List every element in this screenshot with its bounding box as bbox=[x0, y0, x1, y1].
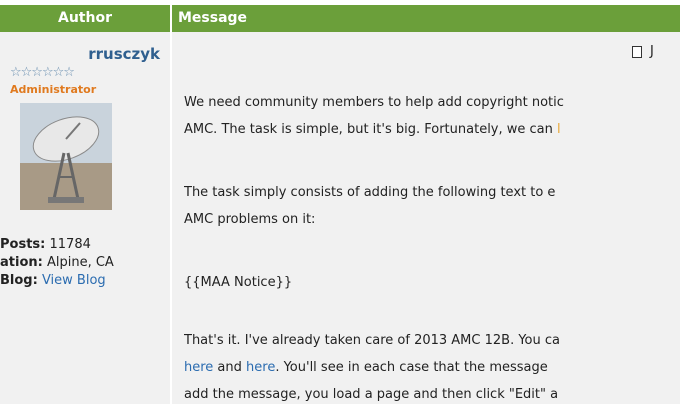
avatar[interactable] bbox=[20, 103, 112, 210]
maa-notice-text: {{MAA Notice}} bbox=[184, 275, 293, 290]
radio-telescope-icon bbox=[20, 103, 112, 210]
location-row: ation: Alpine, CA bbox=[0, 254, 114, 272]
message-line: here and here. You'll see in each case t… bbox=[184, 359, 680, 377]
post-date: J bbox=[650, 44, 654, 59]
column-divider bbox=[170, 5, 172, 404]
blog-label: Blog: bbox=[0, 273, 38, 288]
message-text: and bbox=[213, 360, 247, 375]
message-line: The task simply consists of adding the f… bbox=[184, 185, 556, 200]
blog-row: Blog: View Blog bbox=[0, 272, 114, 290]
posts-count: 11784 bbox=[49, 237, 91, 252]
location-value: Alpine, CA bbox=[46, 255, 114, 270]
author-stats: Posts: 11784 ation: Alpine, CA Blog: Vie… bbox=[0, 236, 114, 290]
post-document-icon bbox=[632, 46, 642, 58]
message-line: That's it. I've already taken care of 20… bbox=[184, 333, 560, 348]
here-link-2[interactable]: here bbox=[246, 360, 275, 375]
author-username[interactable]: rrusczyk bbox=[0, 45, 160, 63]
author-column-header: Author bbox=[0, 5, 170, 32]
view-blog-link[interactable]: View Blog bbox=[42, 273, 106, 288]
message-column-header: Message bbox=[172, 5, 680, 32]
here-link-1[interactable]: here bbox=[184, 360, 213, 375]
location-label: ation: bbox=[0, 255, 43, 270]
message-line: add the message, you load a page and the… bbox=[184, 387, 559, 402]
message-text: AMC. The task is simple, but it's big. F… bbox=[184, 122, 558, 137]
author-role: Administrator bbox=[10, 83, 97, 96]
message-line: We need community members to help add co… bbox=[184, 95, 564, 110]
message-text: . You'll see in each case that the messa… bbox=[275, 360, 548, 375]
message-line: AMC. The task is simple, but it's big. F… bbox=[184, 121, 680, 139]
message-highlight: l bbox=[557, 122, 561, 137]
posts-row: Posts: 11784 bbox=[0, 236, 114, 254]
message-line: AMC problems on it: bbox=[184, 212, 316, 227]
rank-stars-icon: ☆☆☆☆☆☆ bbox=[10, 65, 75, 80]
posts-label: Posts: bbox=[0, 237, 46, 252]
